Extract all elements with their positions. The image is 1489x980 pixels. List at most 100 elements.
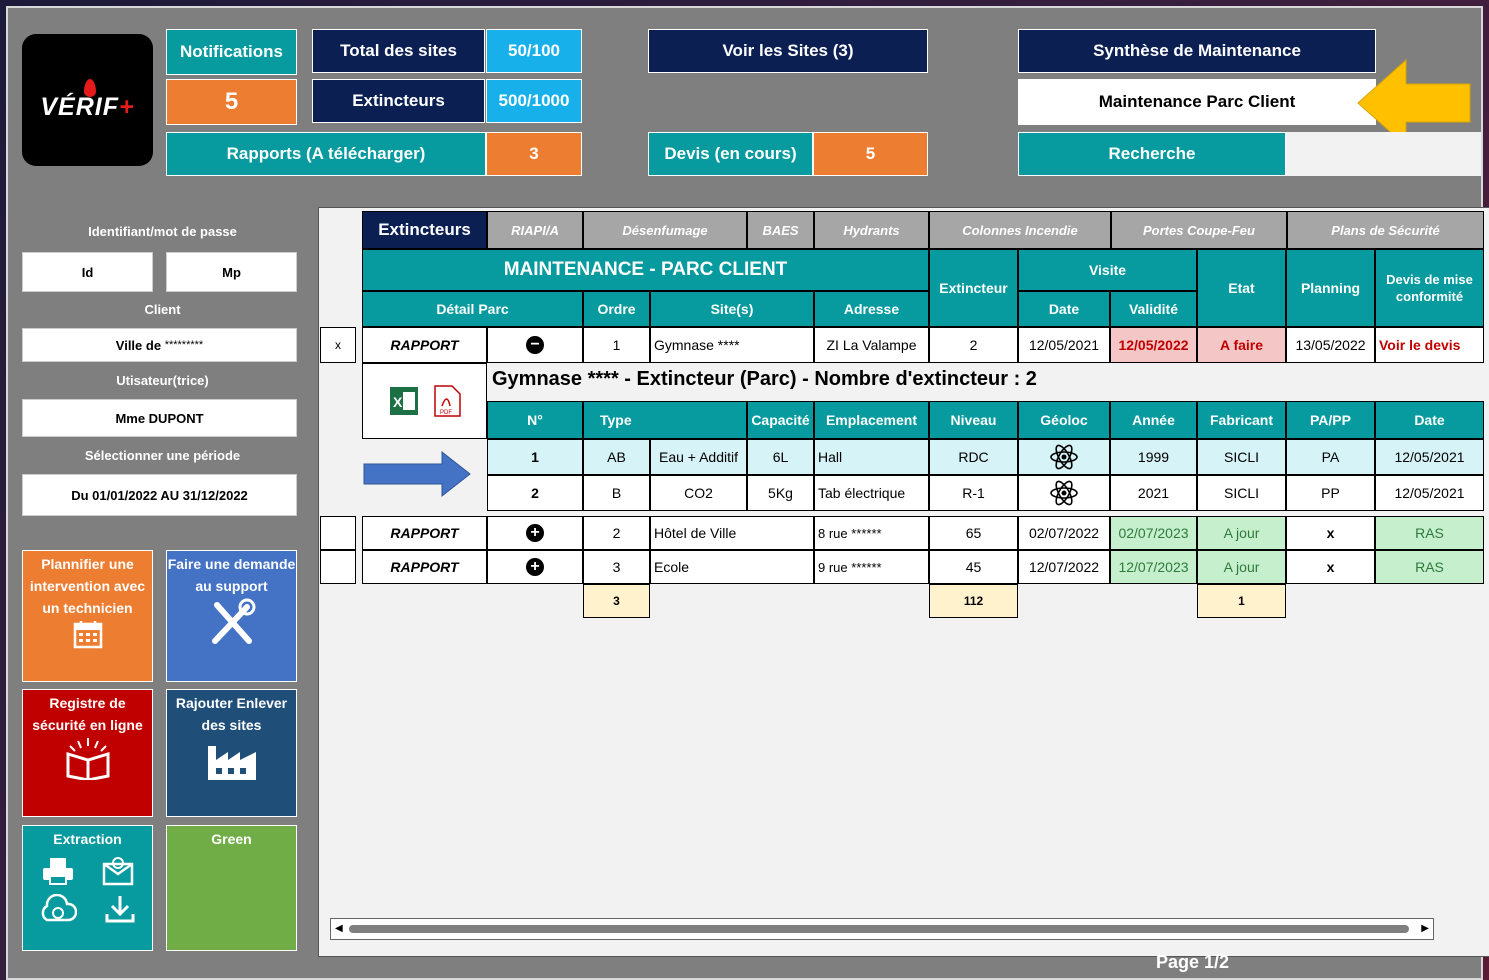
id-field[interactable]: Id xyxy=(22,252,153,292)
devis-button[interactable]: Devis (en cours) xyxy=(648,132,813,176)
rapports-button[interactable]: Rapports (A télécharger) xyxy=(166,132,486,176)
detail-row-2-fabricant: SICLI xyxy=(1197,475,1286,511)
header-ordre: Ordre xyxy=(583,291,650,327)
scroll-right-icon[interactable]: ▶ xyxy=(1421,923,1429,934)
header-sites: Site(s) xyxy=(650,291,814,327)
row-1-validite: 12/05/2022 xyxy=(1110,327,1197,363)
cloud-sync-icon xyxy=(41,894,77,922)
row-3-etat: A jour xyxy=(1197,550,1286,584)
row-1-adresse: ZI La Valampe xyxy=(814,327,929,363)
detail-row-1-annee: 1999 xyxy=(1110,439,1197,475)
client-label: Client xyxy=(144,302,181,317)
row-3-check[interactable] xyxy=(320,550,356,584)
logo-plus: + xyxy=(119,92,135,121)
user-field[interactable]: Mme DUPONT xyxy=(22,399,297,437)
tab-riapia[interactable]: RIAPI/A xyxy=(487,211,583,249)
user-label: Utisateur(trice) xyxy=(116,373,209,388)
horizontal-scrollbar[interactable]: ◀ ▶ xyxy=(330,918,1434,940)
row-2-adresse: 8 rue ****** xyxy=(814,516,929,550)
voir-sites-button[interactable]: Voir les Sites (3) xyxy=(648,29,928,73)
tab-baes[interactable]: BAES xyxy=(747,211,814,249)
plan-intervention-button[interactable]: Plannifier une intervention avec un tech… xyxy=(22,550,153,682)
period-label: Sélectionner une période xyxy=(84,448,241,463)
synthese-button[interactable]: Synthèse de Maintenance xyxy=(1018,29,1376,73)
plan-label: Plannifier une intervention avec un tech… xyxy=(29,556,146,616)
detail-row-2-date: 12/05/2021 xyxy=(1375,475,1484,511)
header-validite: Validité xyxy=(1110,291,1197,327)
detail-row-2-papp: PP xyxy=(1286,475,1375,511)
recherche-input[interactable] xyxy=(1286,132,1481,176)
detail-header-emplacement: Emplacement xyxy=(814,401,929,439)
open-book-icon xyxy=(66,738,109,782)
tab-hydrants[interactable]: Hydrants xyxy=(814,211,929,249)
scroll-left-icon[interactable]: ◀ xyxy=(335,923,343,934)
login-label: Identifiant/mot de passe xyxy=(88,224,237,239)
devis-count: 5 xyxy=(813,132,928,176)
password-field[interactable]: Mp xyxy=(166,252,297,292)
row-1-ext: 2 xyxy=(929,327,1018,363)
tab-portes[interactable]: Portes Coupe-Feu xyxy=(1111,211,1287,249)
detail-row-2-geoloc[interactable] xyxy=(1018,475,1110,511)
row-2-check[interactable] xyxy=(320,516,356,550)
excel-icon[interactable]: X xyxy=(388,385,420,417)
maintenance-parc-button[interactable]: Maintenance Parc Client xyxy=(1018,79,1376,125)
detail-row-2-type: B xyxy=(583,475,650,511)
row-1-rapport[interactable]: RAPPORT xyxy=(362,327,487,363)
header-visite: Visite xyxy=(1018,249,1197,291)
extraction-button[interactable]: Extraction xyxy=(22,825,153,951)
tools-icon xyxy=(211,598,255,644)
recherche-button[interactable]: Recherche xyxy=(1018,132,1286,176)
manage-sites-button[interactable]: Rajouter Enlever des sites xyxy=(166,689,297,817)
green-button[interactable]: Green xyxy=(166,825,297,951)
export-icons: X PDF xyxy=(362,363,487,439)
detail-header-capacite: Capacité xyxy=(747,401,814,439)
period-selector[interactable]: Du 01/01/2022 AU 31/12/2022 xyxy=(22,474,297,516)
tab-plans[interactable]: Plans de Sécurité xyxy=(1287,211,1484,249)
pdf-icon[interactable]: PDF xyxy=(432,384,462,418)
calendar-icon xyxy=(73,621,102,649)
svg-text:X: X xyxy=(393,394,403,410)
registre-securite-button[interactable]: Registre de sécurité en ligne xyxy=(22,689,153,817)
row-2-validite: 02/07/2023 xyxy=(1110,516,1197,550)
row-1-site: Gymnase **** xyxy=(650,327,814,363)
extincteurs-label: Extincteurs xyxy=(312,79,485,123)
row-2-rapport[interactable]: RAPPORT xyxy=(362,516,487,550)
row-1-devis-link[interactable]: Voir le devis xyxy=(1375,327,1484,363)
tab-extincteurs[interactable]: Extincteurs xyxy=(362,211,487,249)
row-1-collapse[interactable]: − xyxy=(487,327,583,363)
scrollbar-thumb[interactable] xyxy=(349,925,1409,933)
total-etat: 1 xyxy=(1197,584,1286,618)
row-3-planning: x xyxy=(1286,550,1375,584)
download-icon xyxy=(105,896,134,923)
rapports-count: 3 xyxy=(486,132,582,176)
support-request-button[interactable]: Faire une demande au support xyxy=(166,550,297,682)
row-1-etat: A faire xyxy=(1197,327,1286,363)
tab-desenfumage[interactable]: Désenfumage xyxy=(583,211,747,249)
detail-header-papp: PA/PP xyxy=(1286,401,1375,439)
row-3-adresse: 9 rue ****** xyxy=(814,550,929,584)
notifications-count[interactable]: 5 xyxy=(166,79,297,125)
printer-icon xyxy=(42,858,73,885)
row-3-validite: 12/07/2023 xyxy=(1110,550,1197,584)
detail-header-date: Date xyxy=(1375,401,1484,439)
detail-row-1-num: 1 xyxy=(487,439,583,475)
row-3-rapport[interactable]: RAPPORT xyxy=(362,550,487,584)
row-1-check[interactable]: x xyxy=(320,327,356,363)
row-2-site: Hôtel de Ville xyxy=(650,516,814,550)
row-3-expand[interactable]: + xyxy=(487,550,583,584)
notifications-label[interactable]: Notifications xyxy=(166,29,297,75)
detail-row-1-date: 12/05/2021 xyxy=(1375,439,1484,475)
detail-row-1-agent: Eau + Additif xyxy=(650,439,747,475)
plus-circle-icon: + xyxy=(526,558,544,576)
client-field[interactable]: Ville de ********* xyxy=(22,328,297,362)
detail-row-2-num: 2 xyxy=(487,475,583,511)
detail-row-1-geoloc[interactable] xyxy=(1018,439,1110,475)
header-etat: Etat xyxy=(1197,249,1286,327)
tab-colonnes[interactable]: Colonnes Incendie xyxy=(929,211,1111,249)
header-planning: Planning xyxy=(1286,249,1375,327)
detail-header-geoloc: Géoloc xyxy=(1018,401,1110,439)
detail-row-1-papp: PA xyxy=(1286,439,1375,475)
factory-icon xyxy=(207,746,256,780)
row-2-ext: 65 xyxy=(929,516,1018,550)
row-2-expand[interactable]: + xyxy=(487,516,583,550)
